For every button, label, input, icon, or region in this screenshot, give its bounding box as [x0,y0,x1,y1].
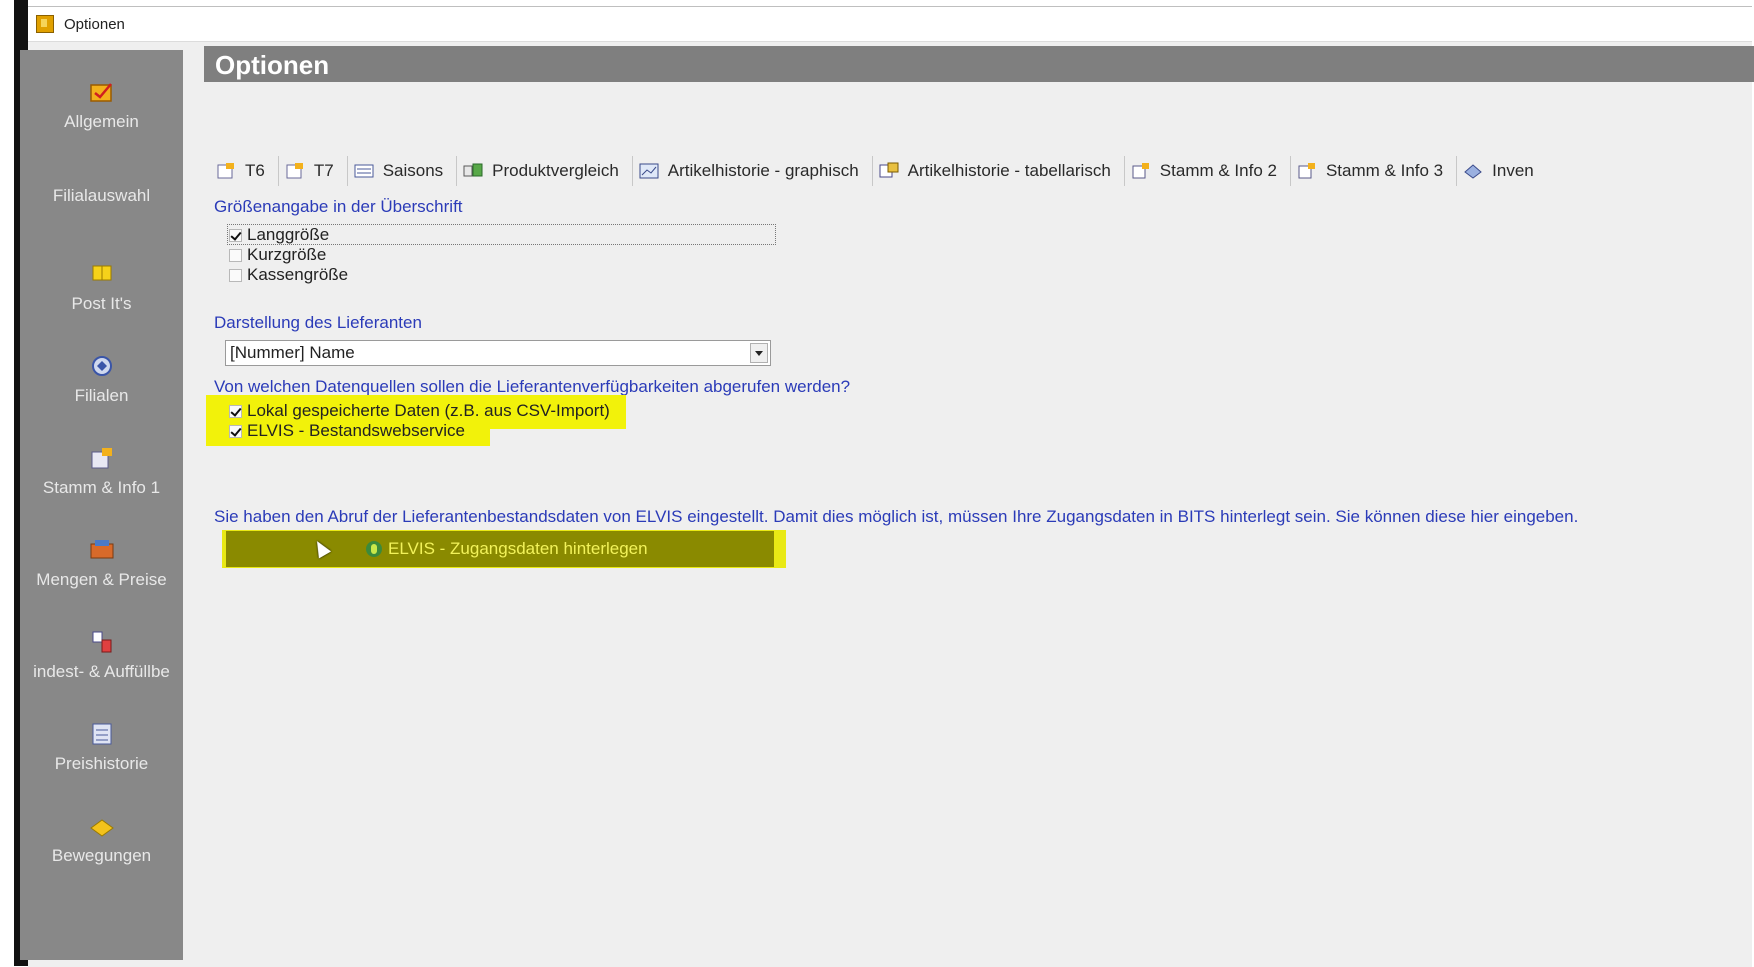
size-section-label: Größenangabe in der Überschrift [214,197,463,216]
sidebar-item-filialauswahl[interactable]: Filialauswahl [20,186,183,206]
page-header: Optionen [204,46,1754,82]
tab-label: Stamm & Info 2 [1159,161,1277,180]
chart-icon [639,163,659,179]
sidebar: Allgemein Filialauswahl Post It's Filial… [20,50,183,960]
tab-stamm-info-3[interactable]: Stamm & Info 3 [1291,156,1458,186]
window-title: Optionen [64,15,125,33]
price-history-icon [92,723,111,745]
checkbox-label: Kurzgröße [247,245,327,264]
sidebar-item-postits[interactable]: Post It's [20,260,183,314]
refill-icon [92,631,111,653]
sidebar-item-label: Mengen & Preise [36,570,167,589]
settings-form-icon [89,83,112,102]
checkbox-langgroesse[interactable]: Langgröße [229,225,329,245]
tab-artikelhistorie-graphisch[interactable]: Artikelhistorie - graphisch [633,156,873,186]
movements-icon [89,819,114,837]
elvis-info-text: Sie haben den Abruf der Lieferantenbesta… [214,507,1579,526]
sticky-note-icon [92,265,111,281]
supplier-display-select[interactable]: [Nummer] Name [225,340,771,366]
checkbox-label: Kassengröße [247,265,349,284]
tab-t6[interactable]: T6 [214,156,279,186]
form-edit-icon [217,163,234,179]
sidebar-item-label: Filialauswahl [52,186,151,205]
branches-icon [91,356,112,376]
sidebar-item-label: Preishistorie [54,754,149,773]
sidebar-item-label: Filialen [74,386,129,405]
table-history-icon [879,162,899,178]
datasource-label: Von welchen Datenquellen sollen die Lief… [214,377,851,396]
sidebar-item-mengen-preise[interactable]: Mengen & Preise [20,536,183,590]
checkbox-elvis-webservice[interactable]: ELVIS - Bestandswebservice [229,421,465,441]
sidebar-item-label: Allgemein [64,112,139,131]
compare-icon [463,163,483,177]
form-edit-icon [286,163,303,179]
sidebar-item-stamm-info-1[interactable]: Stamm & Info 1 [20,444,183,498]
tab-t7[interactable]: T7 [279,156,348,186]
tab-label: T7 [313,161,334,180]
list-icon [354,164,374,178]
tab-label: Saisons [382,161,444,180]
key-icon [366,541,382,557]
checkbox[interactable] [229,268,242,282]
checkbox-label: Langgröße [247,225,330,244]
elvis-credentials-button[interactable]: ELVIS - Zugangsdaten hinterlegen [226,531,774,567]
tab-label: T6 [245,161,265,180]
sidebar-item-label: Post It's [71,294,132,313]
screen-edge [0,0,14,966]
master-data-icon [1298,163,1315,179]
options-window: Optionen [28,6,1752,967]
checkbox-lokal-daten[interactable]: Lokal gespeicherte Daten (z.B. aus CSV-I… [229,401,610,421]
checkbox-label: ELVIS - Bestandswebservice [247,421,465,440]
tab-inventur[interactable]: Inven [1457,156,1547,186]
checkbox[interactable] [229,248,242,262]
supplier-display-label: Darstellung des Lieferanten [214,313,422,332]
checkbox-kurzgroesse[interactable]: Kurzgröße [229,245,326,265]
tab-produktvergleich[interactable]: Produktvergleich [457,156,633,186]
checkbox-kassengroesse[interactable]: Kassengröße [229,265,348,285]
tab-label: Produktvergleich [492,161,619,180]
sidebar-item-preishistorie[interactable]: Preishistorie [20,720,183,774]
sidebar-item-auffuellbestand[interactable]: indest- & Auffüllbe [20,628,183,682]
tab-label: Artikelhistorie - graphisch [667,161,859,180]
tab-saisons[interactable]: Saisons [348,156,458,186]
sidebar-item-bewegungen[interactable]: Bewegungen [20,812,183,866]
tab-artikelhistorie-tabellarisch[interactable]: Artikelhistorie - tabellarisch [873,156,1125,186]
master-data-icon [91,448,112,469]
button-label: ELVIS - Zugangsdaten hinterlegen [388,539,648,558]
app-icon [36,15,54,33]
quantities-prices-icon [90,540,113,559]
sidebar-item-allgemein[interactable]: Allgemein [20,78,183,132]
checkbox[interactable] [229,424,242,438]
tab-label: Inven [1492,161,1534,180]
select-value: [Nummer] Name [230,343,355,362]
tab-strip: T6 T7 Saisons Produktvergleich Artikelhi… [214,152,1754,190]
inventory-icon [1464,164,1482,179]
sidebar-item-label: Stamm & Info 1 [42,478,161,497]
checkbox-label: Lokal gespeicherte Daten (z.B. aus CSV-I… [247,401,610,420]
dropdown-arrow-icon[interactable] [750,343,768,363]
page-title: Optionen [215,50,330,80]
tab-label: Stamm & Info 3 [1325,161,1444,180]
sidebar-item-label: Bewegungen [51,846,152,865]
checkbox[interactable] [229,228,242,242]
sidebar-item-filialen[interactable]: Filialen [20,352,183,406]
tab-stamm-info-2[interactable]: Stamm & Info 2 [1125,156,1291,186]
sidebar-item-label: indest- & Auffüllbe [33,662,170,681]
title-bar: Optionen [28,7,1752,42]
checkbox[interactable] [229,404,242,418]
master-data-icon [1132,163,1149,179]
tab-label: Artikelhistorie - tabellarisch [907,161,1111,180]
